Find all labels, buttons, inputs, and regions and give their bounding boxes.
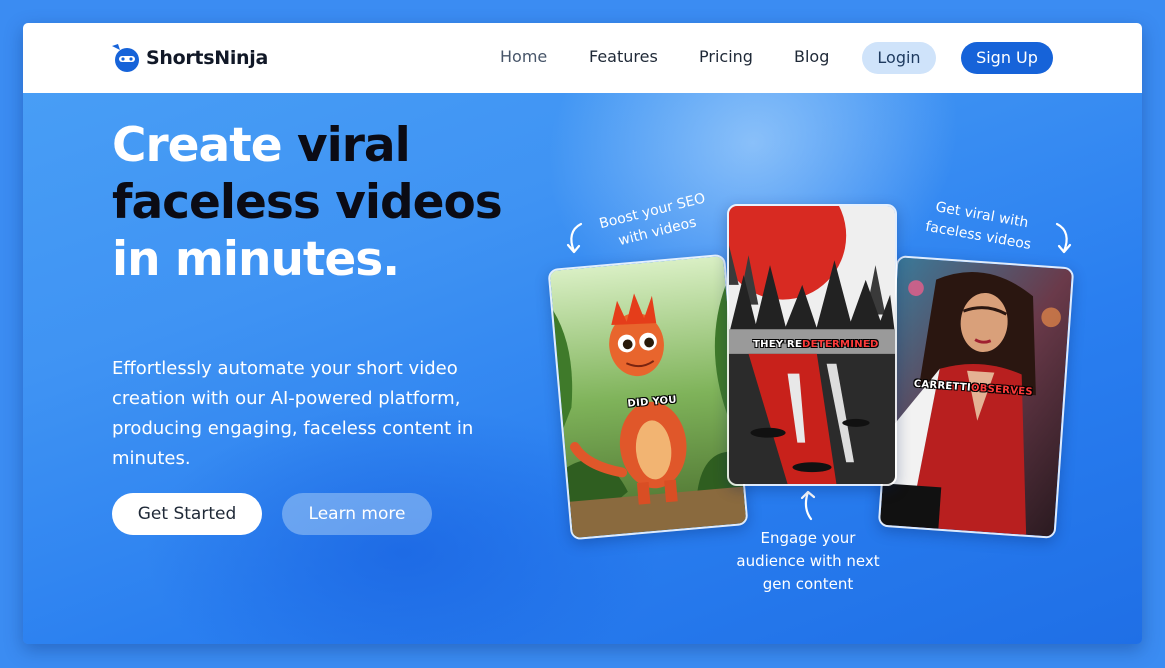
woman-portrait-thumbnail-icon bbox=[879, 257, 1073, 537]
nav-home-link[interactable]: Home bbox=[500, 47, 547, 66]
dinosaur-caption-word-1: DID bbox=[627, 396, 650, 410]
ninja-logo-icon bbox=[112, 44, 139, 72]
learn-more-button[interactable]: Learn more bbox=[282, 493, 432, 535]
get-started-button[interactable]: Get Started bbox=[112, 493, 262, 535]
nav-pricing-link[interactable]: Pricing bbox=[699, 47, 753, 66]
top-navbar: ShortsNinja Home Features Pricing Blog L… bbox=[23, 23, 1142, 93]
app-window: ShortsNinja Home Features Pricing Blog L… bbox=[23, 23, 1142, 644]
forest-caption-word-2: DETERMINED bbox=[801, 339, 879, 350]
engage-label: Engage your audience with next gen conte… bbox=[736, 529, 880, 593]
hero-heading-part-3: in minutes. bbox=[112, 232, 400, 287]
seo-label: Boost your SEO with videos bbox=[597, 190, 707, 250]
hero-heading-part-1: Create bbox=[112, 118, 297, 173]
forest-caption-word-1: THEY'RE bbox=[753, 339, 802, 350]
nav-blog-link[interactable]: Blog bbox=[794, 47, 829, 66]
signup-button[interactable]: Sign Up bbox=[961, 42, 1053, 74]
hero-description: Effortlessly automate your short video c… bbox=[112, 358, 474, 469]
video-card-dinosaur[interactable]: DID YOU bbox=[547, 253, 749, 541]
brand-name: ShortsNinja bbox=[146, 47, 268, 69]
viral-label: Get viral with faceless videos bbox=[924, 199, 1033, 254]
nav-features-link[interactable]: Features bbox=[589, 47, 658, 66]
video-card-woman[interactable]: CARRETTIOBSERVES bbox=[877, 255, 1075, 539]
hero-heading: Create viral faceless videos in minutes. bbox=[112, 117, 532, 288]
forest-caption: THEY'REDETERMINED bbox=[753, 339, 879, 350]
curved-arrow-up-icon bbox=[800, 490, 816, 521]
login-button[interactable]: Login bbox=[862, 42, 936, 74]
brand-logo[interactable]: ShortsNinja bbox=[110, 42, 268, 74]
curved-arrow-down-right-icon bbox=[1055, 222, 1072, 254]
video-card-forest[interactable]: THEY'REDETERMINED bbox=[727, 204, 897, 486]
dinosaur-caption-word-2: YOU bbox=[652, 394, 678, 408]
curved-arrow-down-icon bbox=[566, 222, 583, 254]
